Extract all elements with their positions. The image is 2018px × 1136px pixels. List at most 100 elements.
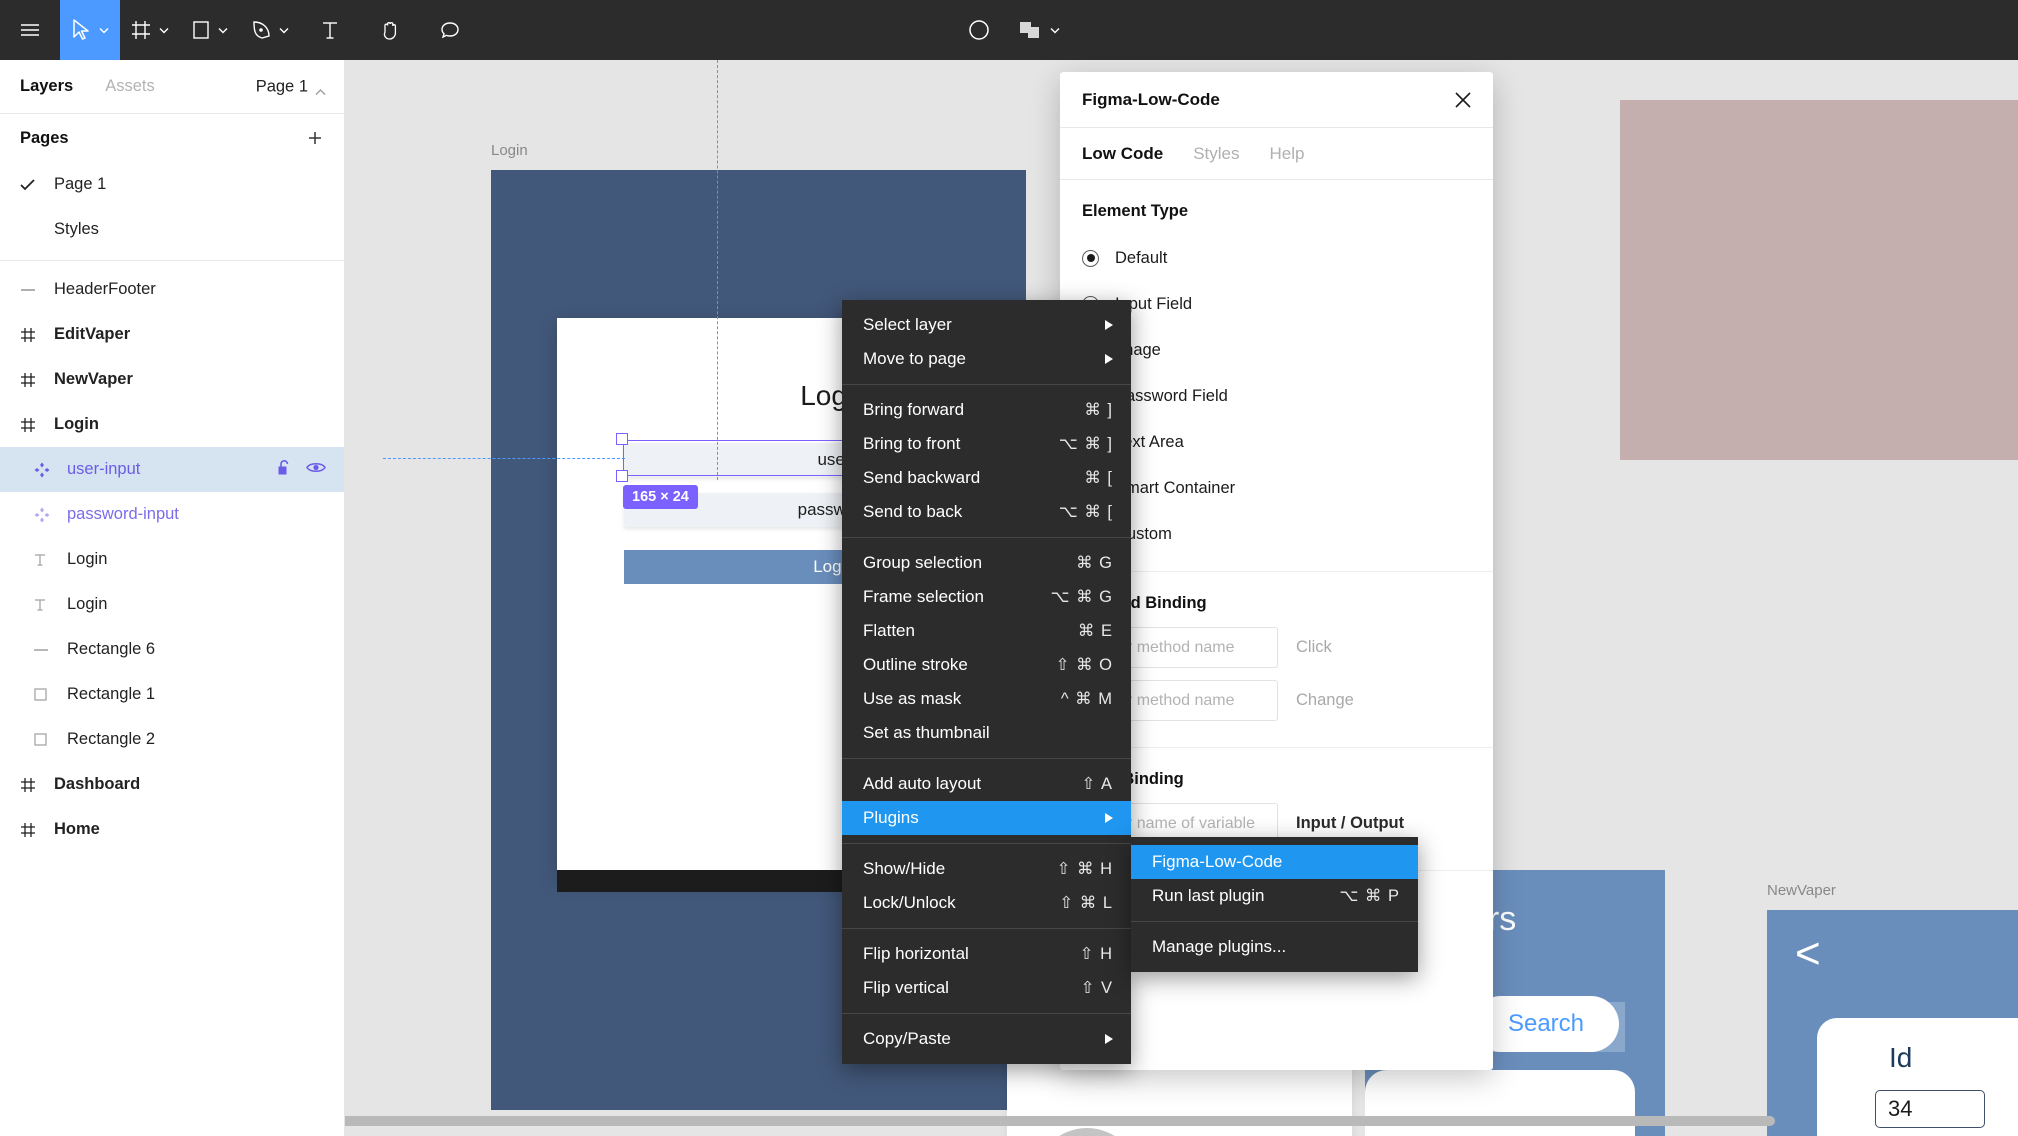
menu-item-lock-unlock[interactable]: Lock/Unlock ⇧ ⌘ L xyxy=(842,886,1131,920)
menu-item-show-hide[interactable]: Show/Hide ⇧ ⌘ H xyxy=(842,852,1131,886)
chevron-down-icon[interactable] xyxy=(98,24,110,36)
menu-item-flip-vertical[interactable]: Flip vertical ⇧ V xyxy=(842,971,1131,1005)
frame-icon xyxy=(20,822,54,838)
radio-option-text-area[interactable]: Text Area xyxy=(1082,419,1471,465)
layer-row-headerfooter[interactable]: HeaderFooter xyxy=(0,267,344,312)
newvaper-frame[interactable]: < Id 34 xyxy=(1767,910,2018,1136)
method-binding-event-click: Click xyxy=(1296,638,1332,656)
menu-item-frame-selection[interactable]: Frame selection ⌥ ⌘ G xyxy=(842,580,1131,614)
comment-tool-button[interactable] xyxy=(420,0,480,60)
menu-item-flip-horizontal[interactable]: Flip horizontal ⇧ H xyxy=(842,937,1131,971)
page-item-styles[interactable]: Styles xyxy=(0,207,344,252)
radio-option-custom[interactable]: Custom xyxy=(1082,511,1471,557)
add-page-button[interactable] xyxy=(306,129,324,147)
frame-label-newvaper: NewVaper xyxy=(1767,882,1836,899)
menu-item-move-to-page[interactable]: Move to page xyxy=(842,342,1131,376)
submenu-item-run-last-plugin[interactable]: Run last plugin ⌥ ⌘ P xyxy=(1131,879,1418,913)
layer-row-home[interactable]: Home xyxy=(0,807,344,852)
submenu-item-manage-plugins[interactable]: Manage plugins... xyxy=(1131,930,1418,964)
chevron-down-icon[interactable] xyxy=(1049,24,1061,36)
layer-row-password-input[interactable]: password-input xyxy=(0,492,344,537)
menu-item-shortcut: ⇧ H xyxy=(1079,945,1113,963)
contrast-button[interactable] xyxy=(949,0,1009,60)
menu-item-bring-forward[interactable]: Bring forward ⌘ ] xyxy=(842,393,1131,427)
radio-option-smart-container[interactable]: Smart Container xyxy=(1082,465,1471,511)
chevron-down-icon[interactable] xyxy=(217,24,229,36)
text-icon xyxy=(320,19,340,41)
menu-item-select-layer[interactable]: Select layer xyxy=(842,308,1131,342)
menu-item-use-as-mask[interactable]: Use as mask ^ ⌘ M xyxy=(842,682,1131,716)
hand-icon xyxy=(379,19,401,41)
back-chevron-icon[interactable]: < xyxy=(1795,932,1821,976)
menu-item-label: Select layer xyxy=(863,315,952,334)
menu-item-bring-to-front[interactable]: Bring to front ⌥ ⌘ ] xyxy=(842,427,1131,461)
tab-low-code[interactable]: Low Code xyxy=(1082,144,1163,164)
radio-option-input-field[interactable]: Input Field xyxy=(1082,281,1471,327)
submenu-item-figma-low-code[interactable]: Figma-Low-Code xyxy=(1131,845,1418,879)
menu-item-plugins[interactable]: Plugins xyxy=(842,801,1131,835)
pen-tool-button[interactable] xyxy=(240,0,300,60)
layer-row-newvaper[interactable]: NewVaper xyxy=(0,357,344,402)
menu-item-copy-paste[interactable]: Copy/Paste xyxy=(842,1022,1131,1056)
frame-tool-button[interactable] xyxy=(120,0,180,60)
layer-row-rectangle-1[interactable]: Rectangle 1 xyxy=(0,672,344,717)
layer-row-editvaper[interactable]: EditVaper xyxy=(0,312,344,357)
id-input-field[interactable]: 34 xyxy=(1875,1090,1985,1128)
layer-label: Login xyxy=(54,415,99,433)
line-icon xyxy=(33,645,67,655)
radio-option-image[interactable]: Image xyxy=(1082,327,1471,373)
radio-label: Password Field xyxy=(1115,386,1228,405)
layer-row-rectangle-2[interactable]: Rectangle 2 xyxy=(0,717,344,762)
menu-item-outline-stroke[interactable]: Outline stroke ⇧ ⌘ O xyxy=(842,648,1131,682)
tab-assets[interactable]: Assets xyxy=(105,77,155,96)
page-item-page1[interactable]: Page 1 xyxy=(0,162,344,207)
layer-row-rectangle-6[interactable]: Rectangle 6 xyxy=(0,627,344,672)
search-button[interactable]: Search xyxy=(1473,996,1619,1052)
menu-item-shortcut: ⇧ ⌘ H xyxy=(1056,860,1113,878)
tab-help[interactable]: Help xyxy=(1270,144,1305,164)
selection-handle-top-left[interactable] xyxy=(616,433,628,445)
tab-layers[interactable]: Layers xyxy=(20,77,73,96)
menu-item-shortcut: ⇧ ⌘ L xyxy=(1059,894,1113,912)
top-toolbar xyxy=(0,0,2018,60)
chevron-right-icon xyxy=(1105,320,1113,330)
layer-label: NewVaper xyxy=(54,370,133,388)
menu-item-label: Plugins xyxy=(863,808,919,827)
beige-frame[interactable] xyxy=(1620,100,2018,460)
cursor-icon xyxy=(70,18,92,42)
layer-row-login-text-1[interactable]: Login xyxy=(0,537,344,582)
hand-tool-button[interactable] xyxy=(360,0,420,60)
radio-label: Smart Container xyxy=(1115,478,1236,497)
menu-item-send-to-back[interactable]: Send to back ⌥ ⌘ [ xyxy=(842,495,1131,529)
move-tool-button[interactable] xyxy=(60,0,120,60)
layer-row-login-text-2[interactable]: Login xyxy=(0,582,344,627)
text-tool-button[interactable] xyxy=(300,0,360,60)
radio-option-default[interactable]: Default xyxy=(1082,235,1471,281)
chevron-right-icon xyxy=(1105,1034,1113,1044)
selection-handle-bottom-left[interactable] xyxy=(616,470,628,482)
unlock-icon[interactable] xyxy=(277,458,292,481)
menu-item-shortcut: ⌥ ⌘ G xyxy=(1050,588,1113,606)
layer-row-user-input[interactable]: user-input xyxy=(0,447,344,492)
menu-item-add-auto-layout[interactable]: Add auto layout ⇧ A xyxy=(842,767,1131,801)
menu-item-flatten[interactable]: Flatten ⌘ E xyxy=(842,614,1131,648)
horizontal-scrollbar[interactable] xyxy=(345,1116,1775,1126)
pages-section-header: Pages xyxy=(0,114,344,162)
page-selector[interactable]: Page 1 xyxy=(256,77,326,96)
menu-item-group-selection[interactable]: Group selection ⌘ G xyxy=(842,546,1131,580)
radio-option-password-field[interactable]: Password Field xyxy=(1082,373,1471,419)
hamburger-menu-button[interactable] xyxy=(0,0,60,60)
plugin-header: Figma-Low-Code xyxy=(1060,72,1493,128)
menu-item-set-as-thumbnail[interactable]: Set as thumbnail xyxy=(842,716,1131,750)
menu-item-send-backward[interactable]: Send backward ⌘ [ xyxy=(842,461,1131,495)
tab-styles[interactable]: Styles xyxy=(1193,144,1239,164)
boolean-ops-button[interactable] xyxy=(1009,0,1069,60)
close-icon[interactable] xyxy=(1453,90,1473,110)
chevron-down-icon[interactable] xyxy=(278,24,290,36)
eye-icon[interactable] xyxy=(306,460,326,479)
layer-row-dashboard[interactable]: Dashboard xyxy=(0,762,344,807)
chevron-down-icon[interactable] xyxy=(158,24,170,36)
layer-row-login[interactable]: Login xyxy=(0,402,344,447)
shape-tool-button[interactable] xyxy=(180,0,240,60)
union-icon xyxy=(1017,18,1043,42)
